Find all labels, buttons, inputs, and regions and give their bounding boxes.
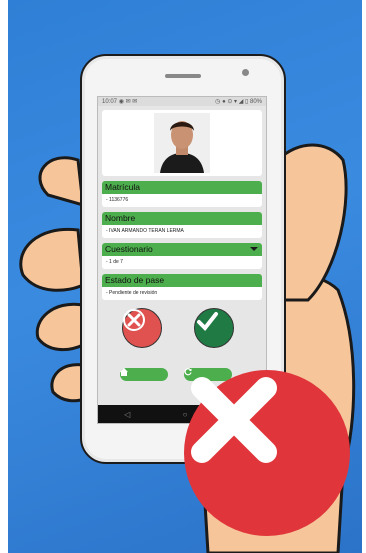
field-value: - 1136776 — [106, 197, 129, 203]
field-value: - Pendiente de revisión — [106, 290, 158, 296]
check-icon — [197, 312, 218, 332]
field-label: Matrícula — [102, 181, 262, 194]
approve-button[interactable] — [194, 308, 234, 348]
illustration-background: 10:07 ◉ ✉ ✉ ◷ ● ⊙ ▾ ◢ ▯ 80% Matrícula - … — [8, 0, 362, 553]
field-value: - 1 de 7 — [106, 259, 123, 265]
reject-button[interactable] — [122, 308, 162, 348]
phone-camera — [242, 69, 249, 76]
close-icon — [123, 309, 145, 331]
chevron-down-icon[interactable] — [250, 247, 258, 251]
field-label: Estado de pase — [102, 274, 262, 287]
field-estado: Estado de pase - Pendiente de revisión — [102, 274, 262, 300]
field-nombre: Nombre - IVAN ARMANDO TERAN LERMA — [102, 212, 262, 238]
field-cuestionario[interactable]: Cuestionario - 1 de 7 — [102, 243, 262, 269]
cuestionario-dropdown[interactable]: Cuestionario — [102, 243, 262, 256]
status-time: 10:07 — [102, 99, 118, 105]
photo-card — [102, 110, 262, 176]
home-icon — [120, 368, 128, 376]
student-photo — [154, 113, 210, 173]
field-value: - IVAN ARMANDO TERAN LERMA — [106, 228, 184, 234]
status-icons-left: ◉ ✉ ✉ — [118, 99, 138, 105]
home-button[interactable] — [120, 368, 168, 381]
field-matricula: Matrícula - 1136776 — [102, 181, 262, 207]
phone-speaker — [165, 74, 201, 78]
decision-row — [98, 304, 266, 352]
field-label: Cuestionario — [105, 244, 153, 254]
status-icons-right: ◷ ● ⊙ ▾ ◢ ▯ 80% — [215, 99, 262, 105]
field-label: Nombre — [102, 212, 262, 225]
status-bar: 10:07 ◉ ✉ ✉ ◷ ● ⊙ ▾ ◢ ▯ 80% — [98, 97, 266, 106]
back-icon[interactable]: ◁ — [124, 410, 130, 419]
big-x-icon — [184, 370, 350, 536]
